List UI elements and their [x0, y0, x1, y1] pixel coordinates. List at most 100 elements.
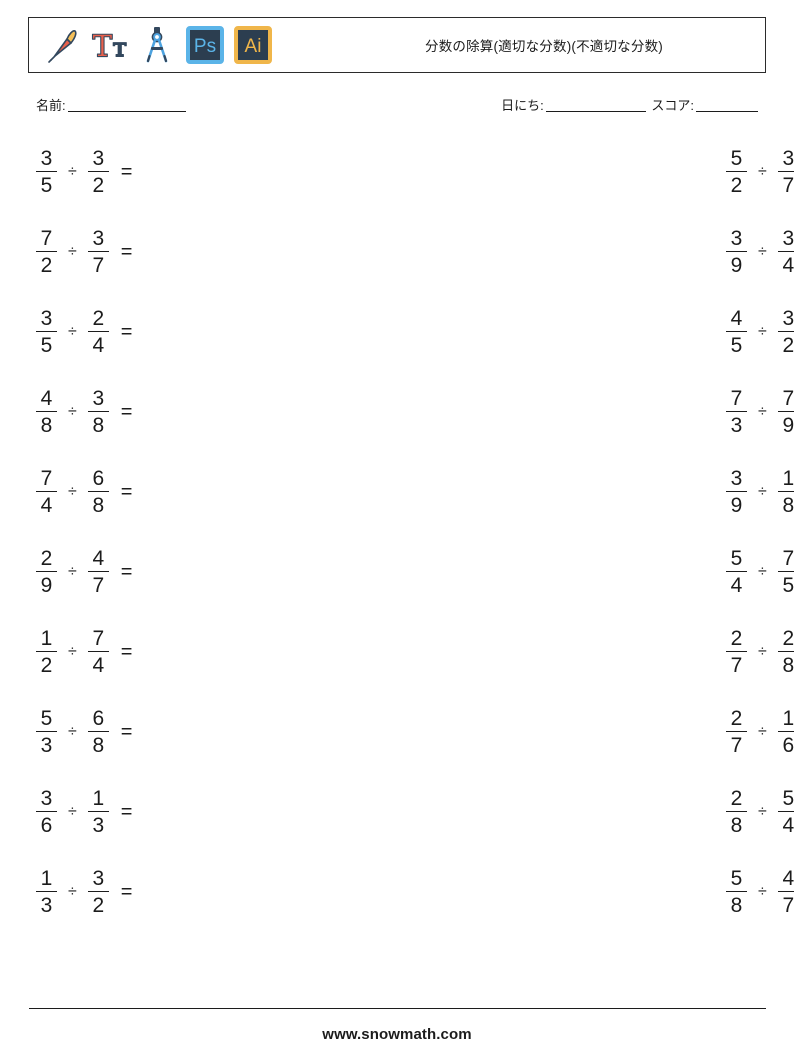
- numerator: 4: [730, 306, 743, 330]
- equals-sign: =: [120, 881, 133, 903]
- denominator: 5: [40, 334, 53, 358]
- problem-cell: 3 6 ÷ 1 3 =: [36, 772, 399, 852]
- svg-text:Ps: Ps: [194, 36, 216, 57]
- header-icon-strip: Ps Ai: [29, 25, 272, 65]
- problem-4: 4 8 ÷ 3 8 =: [36, 372, 399, 452]
- problem-row: 3 5 ÷ 2 4 = 4 5 ÷ 3 2: [36, 292, 794, 372]
- fraction-divisor: 7 4: [87, 626, 109, 678]
- division-operator: ÷: [758, 643, 767, 660]
- numerator: 7: [40, 466, 53, 490]
- denominator: 8: [730, 814, 743, 838]
- fraction-dividend: 5 3: [36, 708, 57, 756]
- denominator: 7: [782, 894, 794, 918]
- equals-sign: =: [120, 801, 133, 823]
- svg-text:Ai: Ai: [245, 36, 262, 57]
- worksheet-header: Ps Ai 分数の除算(適切な分数)(不適切な分数): [28, 17, 766, 73]
- problem-14: 7 3 ÷ 7 9 =: [726, 372, 794, 452]
- date-score-group: 日にち: スコア:: [501, 95, 760, 114]
- problem-cell: 2 7 ÷ 1 6 =: [399, 692, 794, 772]
- problem-cell: 5 2 ÷ 3 7 =: [399, 132, 794, 212]
- fraction-dividend: 5 4: [726, 548, 747, 596]
- fraction-divisor: 6 8: [87, 466, 109, 516]
- numerator: 3: [782, 306, 794, 330]
- equals-sign: =: [120, 241, 133, 263]
- fraction-dividend: 1 3: [36, 868, 57, 916]
- denominator: 2: [730, 174, 743, 198]
- fraction-dividend: 7 3: [726, 388, 747, 436]
- division-operator: ÷: [68, 723, 77, 740]
- division-operator: ÷: [758, 483, 767, 500]
- problem-cell: 5 8 ÷ 4 7 =: [399, 852, 794, 932]
- division-operator: ÷: [758, 883, 767, 900]
- division-operator: ÷: [68, 403, 77, 420]
- denominator: 2: [92, 894, 105, 918]
- denominator: 7: [730, 654, 743, 678]
- footer-divider: [29, 1008, 766, 1009]
- denominator: 5: [40, 174, 53, 198]
- problem-cell: 2 8 ÷ 5 4 =: [399, 772, 794, 852]
- fraction-dividend: 2 8: [726, 788, 747, 836]
- denominator: 6: [782, 734, 794, 758]
- illustrator-icon: Ai: [234, 25, 272, 65]
- denominator: 8: [782, 654, 794, 678]
- problem-row: 5 3 ÷ 6 8 = 2 7 ÷ 1 6: [36, 692, 794, 772]
- numerator: 7: [730, 386, 743, 410]
- name-input-line[interactable]: [67, 111, 186, 112]
- problem-cell: 3 9 ÷ 3 4 =: [399, 212, 794, 292]
- fraction-dividend: 7 2: [36, 228, 57, 276]
- numerator: 2: [40, 546, 53, 570]
- fraction-divisor: 3 7: [87, 228, 109, 276]
- problem-13: 4 5 ÷ 3 2 =: [726, 292, 794, 372]
- numerator: 6: [92, 466, 105, 490]
- numerator: 5: [782, 786, 794, 810]
- fraction-divisor: 3 8: [87, 388, 109, 438]
- numerator: 7: [782, 386, 794, 410]
- division-operator: ÷: [758, 563, 767, 580]
- score-input-line[interactable]: [696, 111, 758, 112]
- problem-row: 2 9 ÷ 4 7 = 5 4 ÷ 7 5: [36, 532, 794, 612]
- fraction-dividend: 2 9: [36, 548, 57, 596]
- numerator: 7: [40, 226, 53, 250]
- fraction-divisor: 7 5: [777, 548, 794, 596]
- fraction-divisor: 3 2: [87, 148, 109, 196]
- denominator: 6: [40, 814, 53, 838]
- problem-5: 7 4 ÷ 6 8 =: [36, 452, 399, 532]
- problem-cell: 3 5 ÷ 2 4 =: [36, 292, 399, 372]
- numerator: 7: [92, 626, 105, 650]
- problem-15: 3 9 ÷ 1 8 =: [726, 452, 794, 532]
- denominator: 4: [782, 254, 794, 278]
- denominator: 4: [92, 654, 105, 678]
- numerator: 5: [730, 866, 743, 890]
- numerator: 4: [40, 386, 53, 410]
- problem-row: 3 6 ÷ 1 3 = 2 8 ÷ 5 4: [36, 772, 794, 852]
- fraction-dividend: 3 9: [726, 228, 747, 276]
- denominator: 8: [782, 494, 794, 518]
- denominator: 7: [730, 734, 743, 758]
- numerator: 3: [40, 786, 53, 810]
- division-operator: ÷: [758, 243, 767, 260]
- numerator: 4: [92, 546, 105, 570]
- numerator: 3: [40, 146, 53, 170]
- numerator: 5: [40, 706, 53, 730]
- denominator: 7: [782, 174, 794, 198]
- numerator: 2: [782, 626, 794, 650]
- division-operator: ÷: [758, 163, 767, 180]
- problem-cell: 5 3 ÷ 6 8 =: [36, 692, 399, 772]
- date-input-line[interactable]: [545, 111, 646, 112]
- division-operator: ÷: [68, 563, 77, 580]
- numerator: 3: [92, 866, 105, 890]
- division-operator: ÷: [68, 163, 77, 180]
- denominator: 8: [730, 894, 743, 918]
- problem-cell: 4 5 ÷ 3 2 =: [399, 292, 794, 372]
- denominator: 3: [92, 814, 105, 838]
- denominator: 8: [92, 414, 105, 438]
- problem-row: 1 3 ÷ 3 2 = 5 8 ÷ 4 7: [36, 852, 794, 932]
- division-operator: ÷: [758, 323, 767, 340]
- fraction-divisor: 2 8: [777, 626, 794, 678]
- numerator: 2: [730, 786, 743, 810]
- problem-cell: 1 2 ÷ 7 4 =: [36, 612, 399, 692]
- footer-website[interactable]: www.snowmath.com: [0, 1026, 794, 1043]
- denominator: 2: [40, 254, 53, 278]
- denominator: 9: [730, 254, 743, 278]
- fraction-divisor: 4 7: [777, 868, 794, 918]
